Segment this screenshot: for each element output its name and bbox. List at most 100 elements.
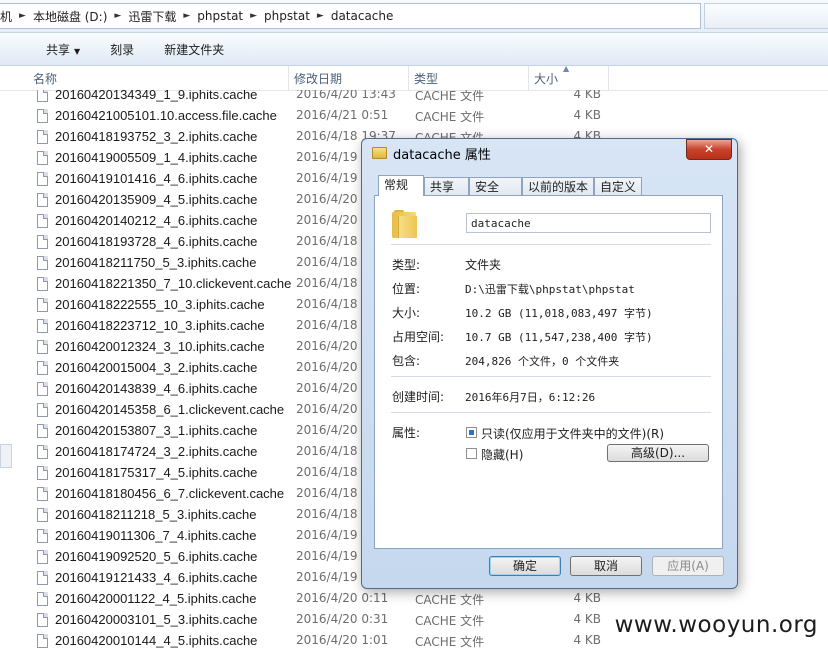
file-date: 2016/4/19 0 xyxy=(296,150,369,164)
chevron-right-icon[interactable]: ► xyxy=(16,11,29,21)
chevron-right-icon[interactable]: ► xyxy=(314,11,327,21)
file-icon xyxy=(37,466,48,480)
tab-sharing[interactable]: 共享 xyxy=(424,177,469,195)
file-name: 20160420140212_4_6.iphits.cache xyxy=(55,213,258,228)
file-date: 2016/4/19 9 xyxy=(296,549,369,563)
file-name: 20160418175317_4_5.iphits.cache xyxy=(55,465,258,480)
file-date: 2016/4/18 2 xyxy=(296,297,369,311)
file-icon xyxy=(37,214,48,228)
file-icon xyxy=(37,151,48,165)
hidden-label[interactable]: 隐藏(H) xyxy=(481,446,523,463)
properties-dialog: datacache 属性 ✕ 常规 共享 安全 以前的版本 自定义 dataca… xyxy=(361,138,738,589)
file-type: CACHE 文件 xyxy=(415,635,485,649)
file-name: 20160420001122_4_5.iphits.cache xyxy=(55,591,257,606)
breadcrumb-phpstat-2[interactable]: phpstat xyxy=(260,9,314,23)
file-date: 2016/4/20 1:01 xyxy=(296,633,389,647)
general-panel: datacache 类型: 文件夹 位置: D:\迅雷下载\phpstat\ph… xyxy=(374,195,723,549)
breadcrumb-datacache[interactable]: datacache xyxy=(327,9,398,23)
file-date: 2016/4/18 2 xyxy=(296,507,369,521)
share-menu-button[interactable]: 共享 ▼ xyxy=(0,41,92,58)
tab-previous-versions[interactable]: 以前的版本 xyxy=(522,177,594,195)
file-name: 20160418193752_3_2.iphits.cache xyxy=(55,129,258,144)
file-icon xyxy=(37,298,48,312)
file-name: 20160420134349_1_9.iphits.cache xyxy=(55,90,258,102)
breadcrumb-drive[interactable]: 本地磁盘 (D:) xyxy=(29,8,111,25)
apply-button[interactable]: 应用(A) xyxy=(652,556,724,576)
new-folder-button[interactable]: 新建文件夹 xyxy=(146,41,236,58)
column-date[interactable]: 修改日期 xyxy=(289,66,409,90)
file-date: 2016/4/18 1 xyxy=(296,444,369,458)
divider xyxy=(391,244,711,245)
tab-customize[interactable]: 自定义 xyxy=(594,177,642,195)
file-name: 20160418222555_10_3.iphits.cache xyxy=(55,297,265,312)
ok-button[interactable]: 确定 xyxy=(489,556,561,576)
file-row[interactable]: 20160421005101.10.access.file.cache 2016/… xyxy=(0,106,828,127)
breadcrumb-xunlei[interactable]: 迅雷下载 xyxy=(124,8,180,25)
file-date: 2016/4/18 2 xyxy=(296,318,369,332)
file-name: 20160419121433_4_6.iphits.cache xyxy=(55,570,258,585)
file-size: 4 KB xyxy=(573,633,601,647)
file-icon xyxy=(37,613,48,627)
file-name: 20160418211218_5_3.iphits.cache xyxy=(55,507,257,522)
chevron-right-icon[interactable]: ► xyxy=(247,11,260,21)
file-date: 2016/4/20 1 xyxy=(296,381,369,395)
file-icon xyxy=(37,130,48,144)
file-date: 2016/4/18 1 xyxy=(296,234,369,248)
tab-general[interactable]: 常规 xyxy=(378,175,424,196)
close-button[interactable]: ✕ xyxy=(686,139,732,160)
column-header: 名称 修改日期 类型 大小 ▲ xyxy=(0,64,828,91)
readonly-checkbox[interactable] xyxy=(466,427,477,438)
attributes-label: 属性: xyxy=(392,426,421,440)
sort-up-icon: ▲ xyxy=(563,64,570,73)
file-name: 20160420003101_5_3.iphits.cache xyxy=(55,612,258,627)
chevron-right-icon[interactable]: ► xyxy=(111,11,124,21)
hidden-checkbox[interactable] xyxy=(466,448,477,459)
advanced-button[interactable]: 高级(D)... xyxy=(607,444,709,462)
file-date: 2016/4/19 1 xyxy=(296,570,369,584)
divider xyxy=(391,412,711,413)
cancel-button[interactable]: 取消 xyxy=(570,556,642,576)
column-type[interactable]: 类型 xyxy=(409,66,529,90)
file-size: 4 KB xyxy=(573,108,601,122)
file-icon xyxy=(37,172,48,186)
file-name: 20160421005101.10.access.file.cache xyxy=(55,108,277,123)
file-icon xyxy=(37,256,48,270)
chevron-right-icon[interactable]: ► xyxy=(180,11,193,21)
file-icon xyxy=(37,382,48,396)
location-value: D:\迅雷下载\phpstat\phpstat xyxy=(465,283,635,296)
file-icon xyxy=(37,193,48,207)
breadcrumb-computer[interactable]: 机 xyxy=(0,8,16,25)
file-name: 20160420015004_3_2.iphits.cache xyxy=(55,360,258,375)
caret-down-icon: ▼ xyxy=(74,46,81,56)
file-date: 2016/4/18 2 xyxy=(296,255,369,269)
file-size: 4 KB xyxy=(573,612,601,626)
type-label: 类型: xyxy=(392,258,421,272)
file-name: 20160420010144_4_5.iphits.cache xyxy=(55,633,258,648)
size-on-disk-value: 10.7 GB (11,547,238,400 字节) xyxy=(465,331,653,344)
breadcrumb-phpstat-1[interactable]: phpstat xyxy=(193,9,247,23)
file-type: CACHE 文件 xyxy=(415,90,485,103)
file-size: 4 KB xyxy=(573,591,601,605)
file-date: 2016/4/20 1 xyxy=(296,402,369,416)
file-type: CACHE 文件 xyxy=(415,614,485,628)
column-name[interactable]: 名称 xyxy=(28,66,289,90)
file-row[interactable]: 20160420134349_1_9.iphits.cache 2016/4/20… xyxy=(0,90,828,106)
watermark: www.wooyun.org xyxy=(614,612,818,638)
file-name: 20160420153807_3_1.iphits.cache xyxy=(55,423,258,438)
tab-security[interactable]: 安全 xyxy=(469,177,522,195)
search-box[interactable] xyxy=(704,3,828,29)
file-name: 20160418221350_7_10.clickevent.cache xyxy=(55,276,292,291)
file-type: CACHE 文件 xyxy=(415,110,485,124)
file-row[interactable]: 20160420001122_4_5.iphits.cache 2016/4/20… xyxy=(0,589,828,610)
file-icon xyxy=(37,340,48,354)
dialog-titlebar[interactable]: datacache 属性 xyxy=(372,143,491,163)
file-name: 20160419101416_4_6.iphits.cache xyxy=(55,171,258,186)
burn-button[interactable]: 刻录 xyxy=(92,41,146,58)
navigation-pane-edge[interactable] xyxy=(0,444,12,468)
command-bar: 共享 ▼ 刻录 新建文件夹 xyxy=(0,33,828,66)
breadcrumb[interactable]: 机 ► 本地磁盘 (D:) ► 迅雷下载 ► phpstat ► phpstat… xyxy=(0,3,701,29)
readonly-label[interactable]: 只读(仅应用于文件夹中的文件)(R) xyxy=(481,425,664,442)
file-icon xyxy=(37,361,48,375)
file-name: 20160419005509_1_4.iphits.cache xyxy=(55,150,258,165)
folder-name-input[interactable]: datacache xyxy=(466,213,711,233)
